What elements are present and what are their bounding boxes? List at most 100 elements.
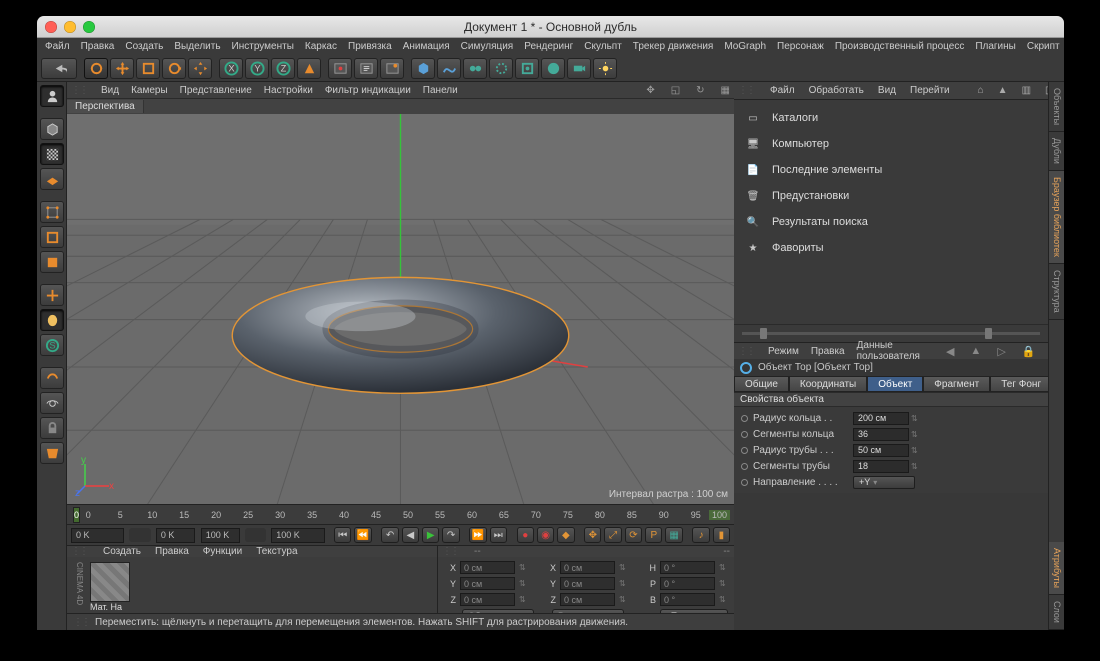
menu-10[interactable]: Скульпт <box>584 41 622 52</box>
keysel-icon[interactable]: ◆ <box>557 527 574 543</box>
br-views-icon[interactable]: ▥ <box>1022 85 1031 97</box>
axis-x-button[interactable]: X <box>219 58 243 79</box>
vp-menu-cameras[interactable]: Камеры <box>131 85 168 96</box>
timeline-start-marker[interactable]: 0 <box>73 507 80 523</box>
rot-h-field[interactable]: 0 ° <box>660 561 715 574</box>
sidetab-top-3[interactable]: Структура <box>1049 264 1064 320</box>
close-icon[interactable] <box>45 21 57 33</box>
render-settings-button[interactable] <box>380 58 404 79</box>
vp-layout-icon[interactable]: ▦ <box>721 85 730 96</box>
axis-mode-button[interactable] <box>40 284 64 306</box>
attr-menu-mode[interactable]: Режим <box>768 346 799 357</box>
vp-menu-filter[interactable]: Фильтр индикации <box>325 85 411 96</box>
attr-field-3[interactable]: 18 <box>853 460 909 473</box>
menu-13[interactable]: Персонаж <box>777 41 824 52</box>
attr-field-1[interactable]: 36 <box>853 428 909 441</box>
edge-mode-button[interactable] <box>40 226 64 248</box>
vp-zoom-icon[interactable]: ◱ <box>671 85 680 96</box>
frame-start-field[interactable]: 0 K <box>71 528 124 543</box>
mat-menu-create[interactable]: Создать <box>103 546 141 557</box>
snap-mode-button[interactable]: S <box>40 334 64 356</box>
menu-14[interactable]: Производственный процесс <box>835 41 965 52</box>
mat-menu-func[interactable]: Функции <box>203 546 242 557</box>
br-menu-view[interactable]: Вид <box>878 85 896 96</box>
timeline-ruler[interactable]: 0 05101520253035404550556065707580859095… <box>67 504 734 524</box>
render-view-button[interactable] <box>328 58 352 79</box>
add-nurbs-button[interactable] <box>463 58 487 79</box>
add-spline-button[interactable] <box>437 58 461 79</box>
record-icon[interactable]: ● <box>517 527 534 543</box>
attr-fwd-icon[interactable]: ▷ <box>997 345 1005 358</box>
rot-b-field[interactable]: 0 ° <box>660 593 715 606</box>
lock-mode-button[interactable] <box>40 417 64 439</box>
prev-key-icon[interactable]: ⏪ <box>354 527 371 543</box>
attr-anim-dot-0[interactable] <box>741 415 748 422</box>
menu-3[interactable]: Выделить <box>174 41 220 52</box>
viewport-3d[interactable]: y x z Интервал растра : 100 см <box>67 114 734 504</box>
sidetab-bot-1[interactable]: Слои <box>1049 595 1064 630</box>
br-up-icon[interactable]: ▲ <box>998 85 1008 97</box>
redo-loop-icon[interactable]: ↷ <box>442 527 459 543</box>
menu-5[interactable]: Каркас <box>305 41 337 52</box>
menu-8[interactable]: Симуляция <box>461 41 514 52</box>
undo-button[interactable] <box>41 58 77 79</box>
render-pv-button[interactable] <box>354 58 378 79</box>
live-select-button[interactable] <box>84 58 108 79</box>
menu-6[interactable]: Привязка <box>348 41 392 52</box>
sound-icon[interactable]: ♪ <box>692 527 709 543</box>
browser-item-1[interactable]: 🖥Компьютер <box>734 131 1048 157</box>
mat-menu-tex[interactable]: Текстура <box>256 546 297 557</box>
scl-y-field[interactable]: 0 см <box>560 577 615 590</box>
attr-tab-0[interactable]: Общие <box>734 376 789 392</box>
vp-menu-display[interactable]: Представление <box>180 85 252 96</box>
menu-11[interactable]: Трекер движения <box>633 41 714 52</box>
attr-back-icon[interactable]: ◀ <box>946 345 954 358</box>
attr-field-4[interactable]: +Y <box>853 476 915 489</box>
add-camera-button[interactable] <box>567 58 591 79</box>
scl-x-field[interactable]: 0 см <box>560 561 615 574</box>
zoom-icon[interactable] <box>83 21 95 33</box>
rot-p-field[interactable]: 0 ° <box>660 577 715 590</box>
material-slot[interactable]: Мат. На <box>90 562 130 612</box>
attr-tab-4[interactable]: Тег Фонг <box>990 376 1052 392</box>
menu-12[interactable]: MoGraph <box>724 41 766 52</box>
sidetab-bot-0[interactable]: Атрибуты <box>1049 542 1064 595</box>
attr-up-icon[interactable]: ▲ <box>970 345 981 357</box>
br-menu-file[interactable]: Файл <box>770 85 795 96</box>
menu-2[interactable]: Создать <box>125 41 163 52</box>
br-menu-edit[interactable]: Обработать <box>809 85 864 96</box>
poly-mode-button[interactable] <box>40 251 64 273</box>
attr-tab-1[interactable]: Координаты <box>789 376 867 392</box>
key-param-icon[interactable]: P <box>645 527 662 543</box>
goto-start-icon[interactable]: ⏮ <box>334 527 351 543</box>
cloth-sim-button[interactable] <box>40 442 64 464</box>
attr-anim-dot-2[interactable] <box>741 447 748 454</box>
key-scale-icon[interactable]: ⤢ <box>604 527 621 543</box>
range-start-slider[interactable] <box>129 528 151 542</box>
timeline-end-marker[interactable]: 100 <box>709 510 730 520</box>
browser-item-4[interactable]: 🔍Результаты поиска <box>734 209 1048 235</box>
attr-anim-dot-1[interactable] <box>741 431 748 438</box>
br-menu-go[interactable]: Перейти <box>910 85 950 96</box>
axis-z-button[interactable]: Z <box>271 58 295 79</box>
browser-item-2[interactable]: 📄Последние элементы <box>734 157 1048 183</box>
scale-button[interactable] <box>136 58 160 79</box>
attr-tab-2[interactable]: Объект <box>867 376 923 392</box>
tweak-mode-button[interactable] <box>40 309 64 331</box>
attr-field-2[interactable]: 50 см <box>853 444 909 457</box>
menu-7[interactable]: Анимация <box>403 41 450 52</box>
menu-4[interactable]: Инструменты <box>232 41 294 52</box>
menu-15[interactable]: Плагины <box>975 41 1016 52</box>
browser-item-3[interactable]: 🗑Предустановки <box>734 183 1048 209</box>
vp-move-icon[interactable]: ✥ <box>646 85 654 96</box>
view-tab-perspective[interactable]: Перспектива <box>67 100 144 113</box>
goto-end-icon[interactable]: ⏭ <box>490 527 507 543</box>
frame-range-end[interactable]: 100 K <box>201 528 240 543</box>
pos-x-field[interactable]: 0 см <box>460 561 515 574</box>
play-rev-icon[interactable]: ◀ <box>402 527 419 543</box>
freemove-button[interactable] <box>188 58 212 79</box>
pos-z-field[interactable]: 0 см <box>460 593 515 606</box>
add-prim-button[interactable] <box>411 58 435 79</box>
titlebar[interactable]: Документ 1 * - Основной дубль <box>37 16 1064 38</box>
menu-16[interactable]: Скрипт <box>1027 41 1060 52</box>
